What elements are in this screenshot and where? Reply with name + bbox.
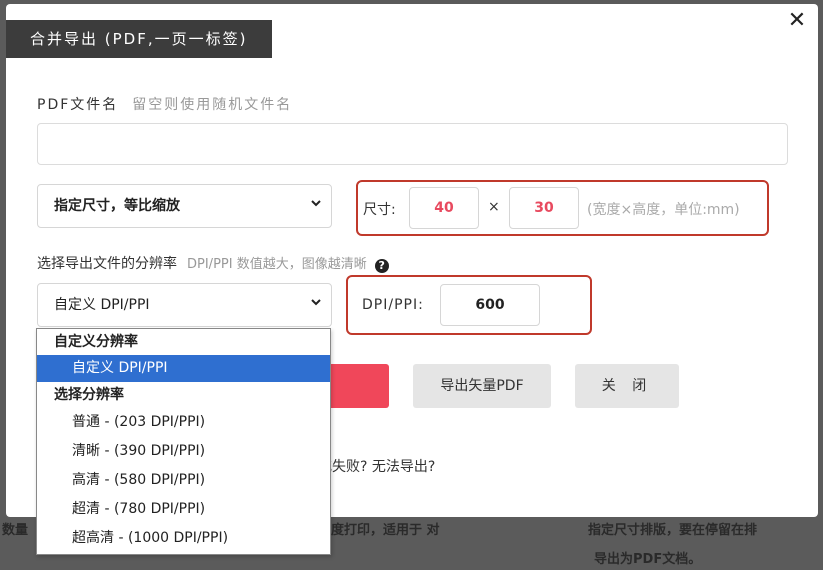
chevron-down-icon <box>309 185 323 227</box>
dropdown-group-custom: 自定义分辨率 <box>54 334 138 350</box>
resolution-label: 选择导出文件的分辨率 <box>37 256 177 272</box>
close-button[interactable]: 关 闭 <box>575 364 679 408</box>
resolution-hint: DPI/PPI 数值越大，图像越清晰 <box>187 257 367 272</box>
dropdown-group-presets: 选择分辨率 <box>54 387 124 403</box>
size-label: 尺寸: <box>363 202 396 218</box>
times-sign: × <box>488 199 500 215</box>
filename-input[interactable] <box>37 123 788 165</box>
help-icon[interactable]: ? <box>374 259 389 273</box>
filename-label: PDF文件名 <box>37 97 119 113</box>
background-text: 导出为PDF文档。 <box>594 552 702 567</box>
resolution-dropdown-list: 自定义分辨率 自定义 DPI/PPI 选择分辨率 普通 - (203 DPI/P… <box>36 328 331 555</box>
dpi-group: DPI/PPI: 600 <box>346 275 592 335</box>
background-text: 指定尺寸排版，要在停留在排 <box>588 523 758 538</box>
size-mode-value: 指定尺寸，等比缩放 <box>54 198 180 214</box>
chevron-down-icon <box>309 284 323 326</box>
width-input[interactable]: 40 <box>409 187 479 229</box>
size-group: 尺寸: 40 × 30 (宽度×高度，单位:mm) <box>356 180 769 236</box>
filename-label-row: PDF文件名 留空则使用随机文件名 <box>37 94 292 114</box>
export-failed-link[interactable]: 或失败? 无法导出? <box>318 456 435 476</box>
dropdown-option-custom[interactable]: 自定义 DPI/PPI <box>37 355 330 382</box>
dpi-label: DPI/PPI: <box>362 297 424 313</box>
size-mode-select[interactable]: 指定尺寸，等比缩放 <box>37 184 332 228</box>
dropdown-option[interactable]: 清晰 - (390 DPI/PPI) <box>37 437 330 466</box>
dialog-title: 合并导出 (PDF,一页一标签) <box>6 20 272 58</box>
dropdown-option[interactable]: 高清 - (580 DPI/PPI) <box>37 466 330 495</box>
resolution-value: 自定义 DPI/PPI <box>54 297 150 313</box>
dropdown-option[interactable]: 超高清 - (1000 DPI/PPI) <box>37 524 330 553</box>
height-input[interactable]: 30 <box>509 187 579 229</box>
dpi-input[interactable]: 600 <box>440 284 540 326</box>
size-unit-hint: (宽度×高度，单位:mm) <box>587 202 740 218</box>
background-text: 度打印，适用于 对 <box>331 523 440 538</box>
resolution-label-row: 选择导出文件的分辨率 DPI/PPI 数值越大，图像越清晰? <box>37 253 389 273</box>
resolution-select[interactable]: 自定义 DPI/PPI <box>37 283 332 327</box>
export-vector-pdf-button[interactable]: 导出矢量PDF <box>413 364 551 408</box>
dropdown-option[interactable]: 普通 - (203 DPI/PPI) <box>37 408 330 437</box>
filename-hint: 留空则使用随机文件名 <box>132 97 293 113</box>
background-text: 数量 <box>2 523 29 538</box>
dropdown-option[interactable]: 超清 - (780 DPI/PPI) <box>37 495 330 524</box>
close-icon[interactable]: ✕ <box>786 10 808 32</box>
